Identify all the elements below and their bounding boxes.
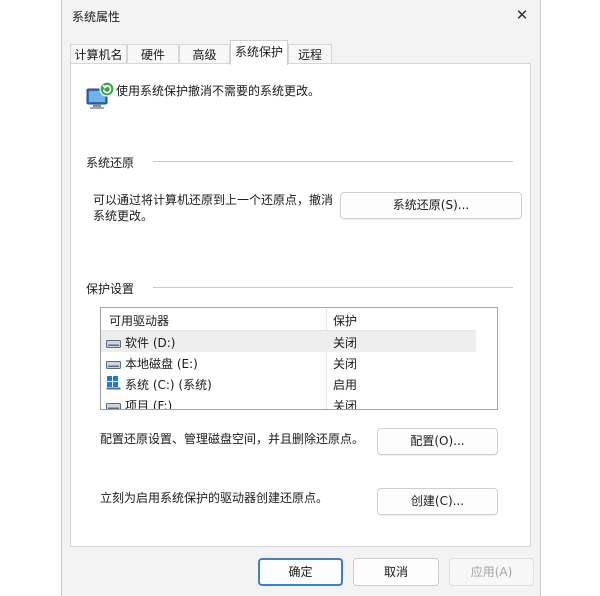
title-bar: 系统属性 ✕ <box>62 0 540 30</box>
create-button[interactable]: 创建(C)... <box>377 488 498 515</box>
windows-drive-icon <box>106 375 121 393</box>
system-properties-window: 系统属性 ✕ 计算机名 硬件 高级 系统保护 远程 使用系统保护撤消不需要的系统… <box>61 0 541 596</box>
drive-icon <box>106 400 121 409</box>
configure-description: 配置还原设置、管理磁盘空间，并且删除还原点。 <box>100 432 365 446</box>
drive-name: 项目 (F:) <box>125 399 173 410</box>
system-restore-button[interactable]: 系统还原(S)... <box>340 192 522 219</box>
close-icon: ✕ <box>515 6 529 24</box>
tab-remote[interactable]: 远程 <box>288 44 332 64</box>
drive-list[interactable]: 可用驱动器 保护 软件 (D:) 关闭 本地磁盘 (E:) 关闭 系统 (C:)… <box>100 307 498 410</box>
tab-advanced[interactable]: 高级 <box>179 44 230 64</box>
drive-icon <box>106 337 121 351</box>
restore-description-line2: 系统更改。 <box>93 209 154 223</box>
create-description: 立刻为启用系统保护的驱动器创建还原点。 <box>100 491 329 505</box>
intro-text: 使用系统保护撤消不需要的系统更改。 <box>116 84 321 98</box>
tab-panel: 使用系统保护撤消不需要的系统更改。 系统还原 可以通过将计算机还原到上一个还原点… <box>70 63 531 547</box>
cancel-button[interactable]: 取消 <box>353 558 439 586</box>
drive-status: 关闭 <box>333 399 358 410</box>
configure-button[interactable]: 配置(O)... <box>377 428 498 455</box>
drive-row[interactable]: 软件 (D:) 关闭 <box>101 331 476 352</box>
drive-row[interactable]: 项目 (F:) 关闭 <box>101 394 476 410</box>
list-header: 可用驱动器 保护 <box>101 308 476 331</box>
protection-section-title: 保护设置 <box>86 280 141 297</box>
ok-button[interactable]: 确定 <box>258 558 343 586</box>
restore-divider <box>153 161 513 162</box>
apply-button[interactable]: 应用(A) <box>449 558 534 586</box>
protection-divider <box>153 287 513 288</box>
drive-name: 本地磁盘 (E:) <box>125 357 198 371</box>
drive-icon <box>106 358 121 372</box>
close-button[interactable]: ✕ <box>510 4 534 26</box>
tab-system-protection[interactable]: 系统保护 <box>230 40 288 65</box>
drive-status: 启用 <box>333 378 358 392</box>
restore-section-title: 系统还原 <box>86 154 141 171</box>
tab-hardware[interactable]: 硬件 <box>127 44 179 64</box>
column-drives[interactable]: 可用驱动器 <box>109 312 169 329</box>
window-title: 系统属性 <box>72 10 121 24</box>
drive-status: 关闭 <box>333 357 358 371</box>
drive-row[interactable]: 本地磁盘 (E:) 关闭 <box>101 352 476 373</box>
list-scrollbar[interactable] <box>476 308 497 409</box>
column-protection[interactable]: 保护 <box>333 312 357 329</box>
restore-description-line1: 可以通过将计算机还原到上一个还原点，撤消 <box>93 193 334 207</box>
drive-name: 软件 (D:) <box>125 336 176 350</box>
system-protection-icon <box>84 80 116 112</box>
drive-status: 关闭 <box>333 336 358 350</box>
drive-name: 系统 (C:) (系统) <box>125 378 212 392</box>
tab-computer-name[interactable]: 计算机名 <box>70 44 127 64</box>
drive-row[interactable]: 系统 (C:) (系统) 启用 <box>101 373 476 394</box>
